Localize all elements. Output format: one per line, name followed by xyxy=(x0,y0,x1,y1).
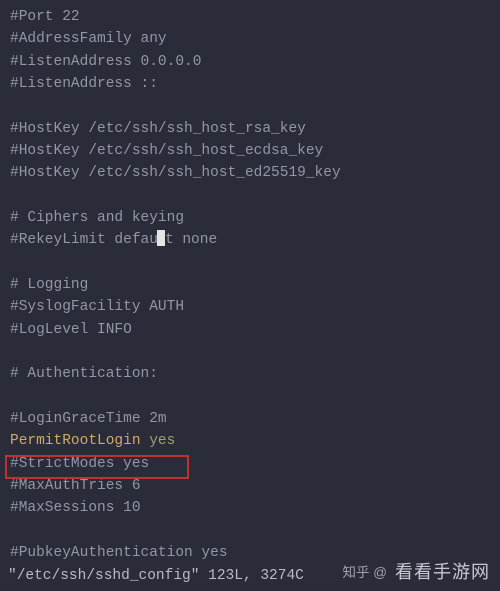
directive-value: yes xyxy=(149,433,175,449)
code-line xyxy=(10,341,494,363)
watermark-prefix: 知乎 @ xyxy=(343,563,387,584)
code-line: #MaxAuthTries 6 xyxy=(10,475,494,497)
code-line: #HostKey /etc/ssh/ssh_host_rsa_key xyxy=(10,118,494,140)
code-line: #HostKey /etc/ssh/ssh_host_ed25519_key xyxy=(10,162,494,184)
code-line: #LoginGraceTime 2m xyxy=(10,408,494,430)
code-line xyxy=(10,520,494,542)
code-line: #StrictModes yes xyxy=(10,453,494,475)
code-line: #RekeyLimit defaut none xyxy=(10,229,494,251)
code-line: #HostKey /etc/ssh/ssh_host_ecdsa_key xyxy=(10,140,494,162)
code-line: PermitRootLogin yes xyxy=(10,430,494,452)
directive-permitrootlogin: PermitRootLogin xyxy=(10,433,141,449)
code-line: #ListenAddress 0.0.0.0 xyxy=(10,51,494,73)
code-line: # Authentication: xyxy=(10,363,494,385)
code-line: #MaxSessions 10 xyxy=(10,497,494,519)
code-line: #ListenAddress :: xyxy=(10,73,494,95)
code-line: #LogLevel INFO xyxy=(10,319,494,341)
watermark: 知乎 @ 看看手游网 xyxy=(343,559,490,587)
code-line xyxy=(10,95,494,117)
code-line: #Port 22 xyxy=(10,6,494,28)
code-line: # Ciphers and keying xyxy=(10,207,494,229)
code-line xyxy=(10,252,494,274)
code-line: #AddressFamily any xyxy=(10,28,494,50)
status-file: "/etc/ssh/sshd_config" 123L, 3274C xyxy=(8,565,304,587)
text-cursor xyxy=(157,230,165,246)
editor-viewport[interactable]: #Port 22#AddressFamily any#ListenAddress… xyxy=(0,0,500,564)
code-line xyxy=(10,185,494,207)
watermark-site: 看看手游网 xyxy=(395,559,490,587)
code-line: #SyslogFacility AUTH xyxy=(10,296,494,318)
code-line: # Logging xyxy=(10,274,494,296)
code-line xyxy=(10,386,494,408)
